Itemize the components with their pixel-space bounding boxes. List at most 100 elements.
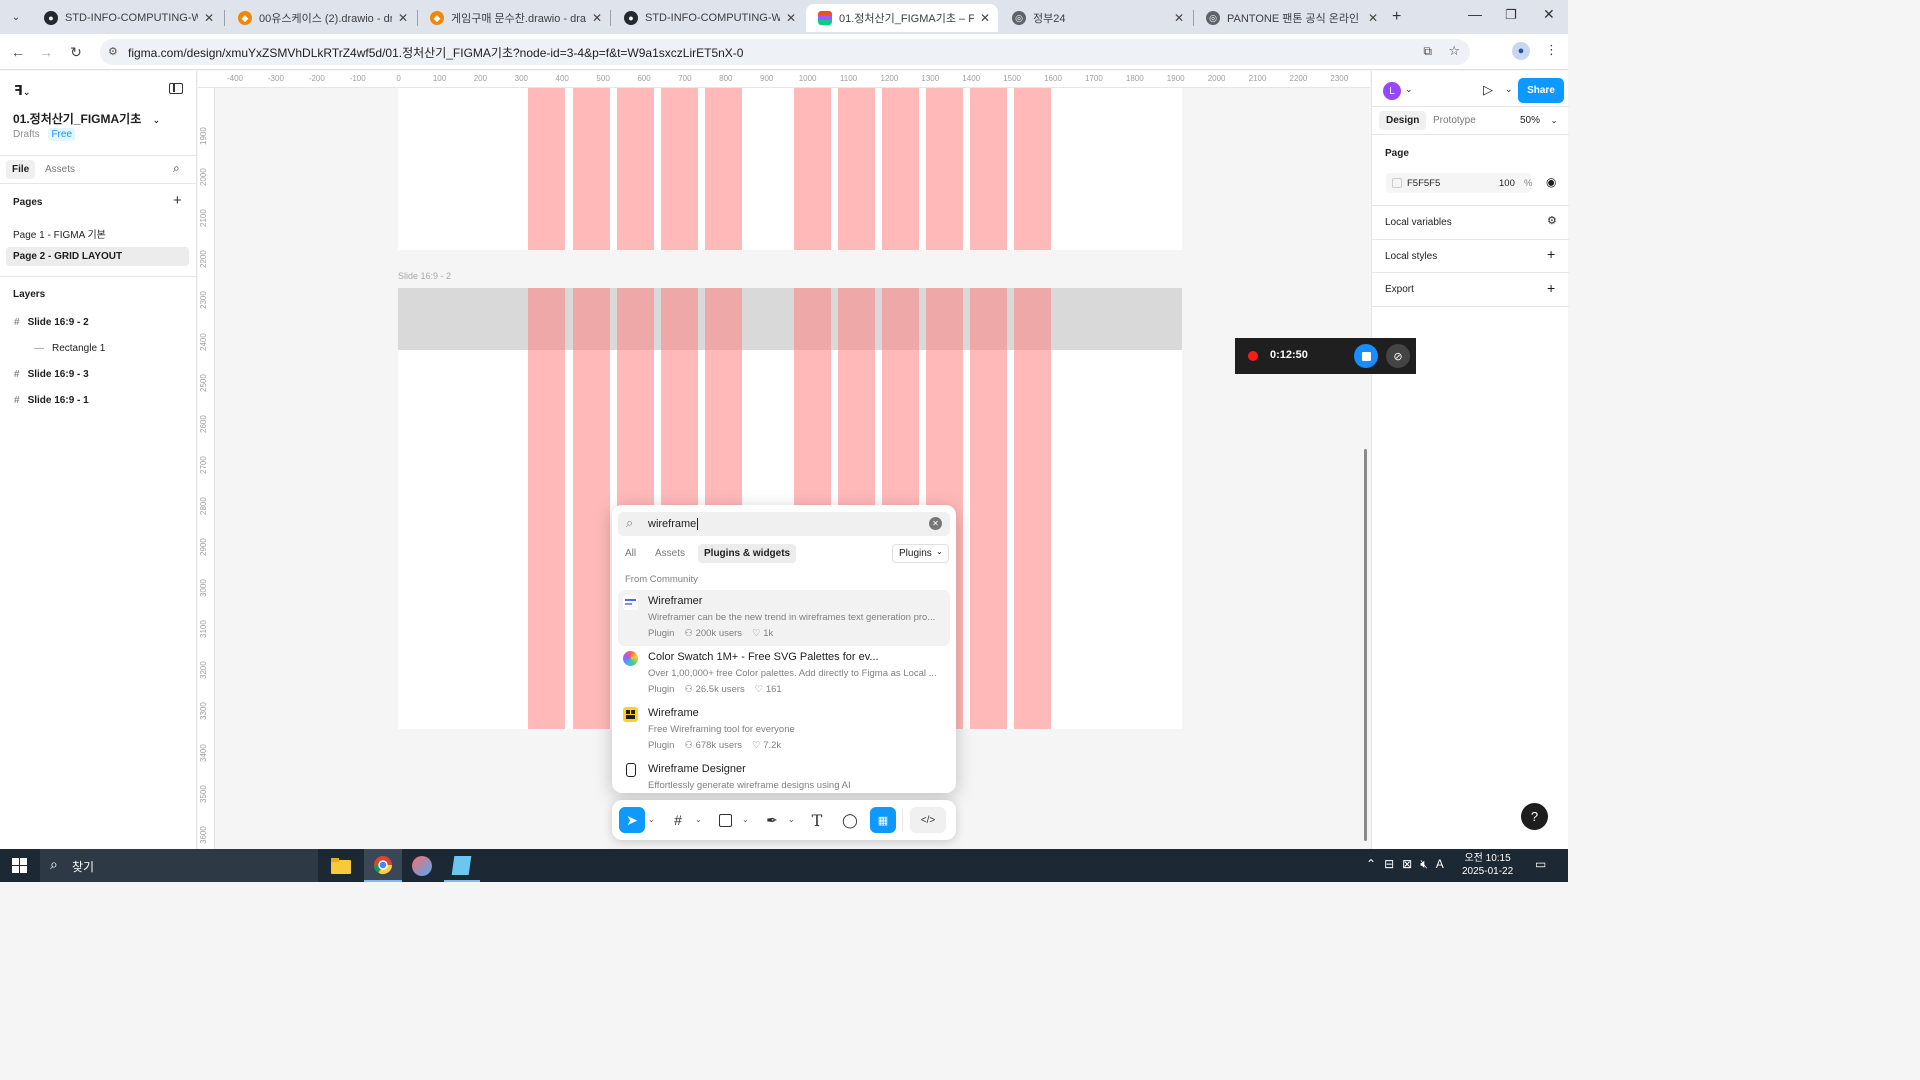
export-row[interactable]: Export xyxy=(1385,284,1414,295)
notification-icon[interactable]: ▭ xyxy=(1535,857,1546,871)
canvas-scrollbar[interactable] xyxy=(1364,449,1367,841)
tab-file[interactable]: File xyxy=(6,160,36,179)
comment-tool-button[interactable]: ◯ xyxy=(837,807,863,833)
browser-tab[interactable]: ◆ 00유스케이스 (2).drawio - dra ✕ xyxy=(226,4,416,32)
add-style-icon[interactable]: + xyxy=(1547,246,1555,262)
plugin-result[interactable]: Wireframe Free Wireframing tool for ever… xyxy=(618,702,950,758)
tab-design[interactable]: Design xyxy=(1379,111,1427,130)
tab-search-button[interactable]: ⌄ xyxy=(8,9,24,25)
search-input[interactable]: wireframe xyxy=(648,518,699,530)
close-tab-icon[interactable]: ✕ xyxy=(1368,11,1378,25)
file-name[interactable]: 01.정처산기_FIGMA기초 ⌄ xyxy=(13,110,160,127)
rectangle-1[interactable] xyxy=(398,288,1182,350)
close-tab-icon[interactable]: ✕ xyxy=(1174,11,1184,25)
chevron-up-icon[interactable]: ⌃ xyxy=(1366,857,1376,872)
present-play-icon[interactable]: ▷ xyxy=(1483,82,1493,98)
tab-prototype[interactable]: Prototype xyxy=(1433,115,1476,126)
stop-recording-button[interactable] xyxy=(1354,344,1378,368)
browser-menu-icon[interactable]: ⋮ xyxy=(1545,42,1558,58)
layer-item[interactable]: # Slide 16:9 - 3 xyxy=(14,369,89,380)
filter-plugins-widgets[interactable]: Plugins & widgets xyxy=(698,544,797,563)
ime-indicator[interactable]: A xyxy=(1436,857,1444,872)
page-item-selected[interactable]: Page 2 - GRID LAYOUT xyxy=(6,247,189,266)
help-button[interactable]: ? xyxy=(1521,803,1548,830)
browser-tab[interactable]: ◆ 게임구매 문수찬.drawio - draw ✕ xyxy=(418,4,610,32)
quick-actions-search[interactable]: ⌕ wireframe ✕ xyxy=(618,512,950,536)
filter-all[interactable]: All xyxy=(625,548,636,559)
text-tool-button[interactable]: T xyxy=(804,807,830,833)
page-background-field[interactable]: F5F5F5 100 % xyxy=(1386,173,1532,193)
install-app-icon[interactable]: ⧉ xyxy=(1423,44,1432,59)
layer-item[interactable]: — Rectangle 1 xyxy=(34,343,105,354)
filter-assets[interactable]: Assets xyxy=(655,548,685,559)
paint-app-icon[interactable] xyxy=(412,856,432,876)
windows-start-icon[interactable] xyxy=(12,858,27,873)
local-styles-row[interactable]: Local styles xyxy=(1385,251,1437,262)
layer-item[interactable]: # Slide 16:9 - 1 xyxy=(14,395,89,406)
slide-frame[interactable] xyxy=(398,88,1182,250)
clear-search-icon[interactable]: ✕ xyxy=(929,517,942,530)
browser-tab[interactable]: ● STD-INFO-COMPUTING-WEB- ✕ xyxy=(32,4,222,32)
close-window-icon[interactable]: ✕ xyxy=(1543,6,1555,23)
close-tab-icon[interactable]: ✕ xyxy=(592,11,602,25)
file-explorer-icon[interactable] xyxy=(330,855,352,876)
browser-tab-active[interactable]: 01.정처산기_FIGMA기초 – Figm ✕ xyxy=(806,4,998,32)
search-icon[interactable]: ⌕ xyxy=(173,161,180,176)
close-tab-icon[interactable]: ✕ xyxy=(786,11,796,25)
close-tab-icon[interactable]: ✕ xyxy=(980,11,990,25)
dev-mode-toggle[interactable]: </> xyxy=(910,807,946,833)
share-button[interactable]: Share xyxy=(1518,78,1564,103)
reload-icon[interactable]: ↻ xyxy=(67,43,85,61)
site-info-icon[interactable]: ⚙ xyxy=(108,45,118,58)
browser-tab[interactable]: ◎ 정부24 ✕ xyxy=(1000,4,1192,32)
chevron-down-icon[interactable]: ⌄ xyxy=(742,815,749,824)
frame-tool-button[interactable]: # xyxy=(665,807,691,833)
new-tab-button[interactable]: + xyxy=(1392,8,1401,26)
plugin-result[interactable]: Wireframer Wireframer can be the new tre… xyxy=(618,590,950,646)
plugin-result[interactable]: Color Swatch 1M+ - Free SVG Palettes for… xyxy=(618,646,950,702)
clock[interactable]: 오전 10:15 2025-01-22 xyxy=(1462,852,1513,878)
chevron-down-icon[interactable]: ⌄ xyxy=(788,815,795,824)
address-bar[interactable]: ⚙ figma.com/design/xmuYxZSMVhDLkRTrZ4wf5… xyxy=(100,39,1470,65)
figma-main-menu-icon[interactable]: ꟻ⌄ xyxy=(14,83,30,99)
network-icon[interactable]: ⊟ xyxy=(1384,857,1394,872)
plan-badge[interactable]: Free xyxy=(48,128,76,141)
bookmark-star-icon[interactable]: ☆ xyxy=(1448,43,1460,59)
display-icon[interactable]: ⊠ xyxy=(1402,857,1412,872)
forward-arrow-icon[interactable]: → xyxy=(37,43,55,61)
notepad-app-icon[interactable] xyxy=(444,849,480,882)
minimize-window-icon[interactable]: — xyxy=(1468,6,1482,22)
tab-assets[interactable]: Assets xyxy=(45,164,75,175)
chrome-icon[interactable] xyxy=(364,849,402,882)
color-swatch[interactable] xyxy=(1392,178,1402,188)
eye-icon[interactable]: ◉ xyxy=(1546,175,1556,189)
local-variables-row[interactable]: Local variables xyxy=(1385,217,1452,228)
frame-label[interactable]: Slide 16:9 - 2 xyxy=(398,271,451,281)
plugin-type-select[interactable]: Plugins ⌄ xyxy=(892,544,949,563)
variables-settings-icon[interactable]: ⚙ xyxy=(1547,214,1557,227)
add-export-icon[interactable]: + xyxy=(1547,280,1555,296)
mute-microphone-button[interactable]: ⊘ xyxy=(1386,344,1410,368)
browser-tab[interactable]: ● STD-INFO-COMPUTING-WEB- ✕ xyxy=(612,4,804,32)
close-tab-icon[interactable]: ✕ xyxy=(204,11,214,25)
layer-item[interactable]: # Slide 16:9 - 2 xyxy=(14,317,89,328)
avatar[interactable]: L xyxy=(1383,82,1401,100)
chevron-down-icon[interactable]: ⌄ xyxy=(1505,84,1513,95)
toggle-sidebar-icon[interactable] xyxy=(169,83,183,94)
chevron-down-icon[interactable]: ⌄ xyxy=(648,815,655,824)
rectangle-tool-button[interactable] xyxy=(712,807,738,833)
move-tool-button[interactable]: ➤ xyxy=(619,807,645,833)
actions-button[interactable]: ▦ xyxy=(870,807,896,833)
volume-muted-icon[interactable]: 🔇︎ xyxy=(1420,857,1428,872)
browser-tab[interactable]: ◎ PANTONE 팬톤 공식 온라인 스 ✕ xyxy=(1194,4,1386,32)
pen-tool-button[interactable]: ✒ xyxy=(759,807,785,833)
chevron-down-icon[interactable]: ⌄ xyxy=(1405,84,1413,95)
plugin-result[interactable]: Wireframe Designer Effortlessly generate… xyxy=(618,758,950,793)
add-page-icon[interactable]: + xyxy=(173,192,182,209)
close-tab-icon[interactable]: ✕ xyxy=(398,11,408,25)
taskbar-search[interactable]: ⌕ 찾기 xyxy=(40,849,318,882)
page-item[interactable]: Page 1 - FIGMA 기본 xyxy=(13,226,106,241)
chevron-down-icon[interactable]: ⌄ xyxy=(695,815,702,824)
back-arrow-icon[interactable]: ← xyxy=(9,43,27,61)
restore-window-icon[interactable]: ❐ xyxy=(1505,7,1517,23)
